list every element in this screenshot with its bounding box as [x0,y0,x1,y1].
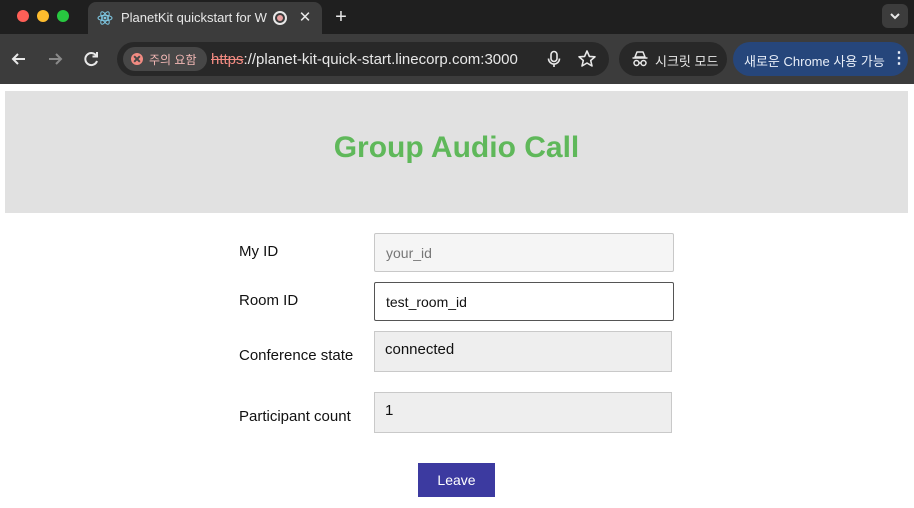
back-arrow-icon[interactable] [8,48,30,70]
recording-indicator-icon [273,11,287,25]
page-content: Group Audio Call My ID Room ID Conferenc… [0,84,914,508]
participant-count-label: Participant count [239,408,351,425]
url-host: ://planet-kit-quick-start.linecorp.com:3… [243,51,518,68]
url-scheme: https [211,51,244,68]
url-text[interactable]: https://planet-kit-quick-start.linecorp.… [211,51,518,68]
my-id-label: My ID [239,243,279,260]
browser-menu-icon[interactable]: ⋮ [891,51,907,67]
participant-count-field: 1 [374,392,672,433]
security-warning-label: 주의 요함 [149,52,197,67]
new-tab-button[interactable]: + [330,6,352,28]
my-id-input[interactable] [374,233,674,272]
warning-icon [131,53,143,65]
address-bar[interactable]: 주의 요함 https://planet-kit-quick-start.lin… [117,42,609,76]
tab-search-button[interactable] [882,4,908,28]
page-title: Group Audio Call [333,131,580,164]
close-tab-icon[interactable]: ✕ [296,9,314,27]
bookmark-star-icon[interactable] [577,49,597,69]
forward-arrow-icon[interactable] [44,48,66,70]
chrome-update-label: 새로운 Chrome 사용 가능 [744,54,885,69]
chrome-update-button[interactable]: 새로운 Chrome 사용 가능 ⋮ [733,42,908,76]
incognito-indicator[interactable]: 시크릿 모드 [619,42,727,76]
conference-state-field: connected [374,331,672,372]
security-warning-chip[interactable]: 주의 요함 [123,47,207,71]
browser-tab-bar: PlanetKit quickstart for W ✕ + [0,0,914,34]
incognito-icon [632,51,648,67]
close-window-button[interactable] [17,10,29,22]
room-id-label: Room ID [239,292,299,309]
minimize-window-button[interactable] [37,10,49,22]
react-logo-icon [97,11,113,25]
incognito-label: 시크릿 모드 [655,54,719,69]
microphone-icon[interactable] [545,50,563,68]
room-id-input[interactable] [374,282,674,321]
chevron-down-icon [890,13,900,20]
maximize-window-button[interactable] [57,10,69,22]
page-header: Group Audio Call [5,91,908,213]
conference-state-label: Conference state [239,347,354,364]
browser-tab[interactable]: PlanetKit quickstart for W ✕ [88,2,322,34]
leave-button[interactable]: Leave [418,463,495,497]
reload-icon[interactable] [80,48,102,70]
browser-toolbar: 주의 요함 https://planet-kit-quick-start.lin… [0,34,914,84]
tab-title: PlanetKit quickstart for W [121,10,267,25]
